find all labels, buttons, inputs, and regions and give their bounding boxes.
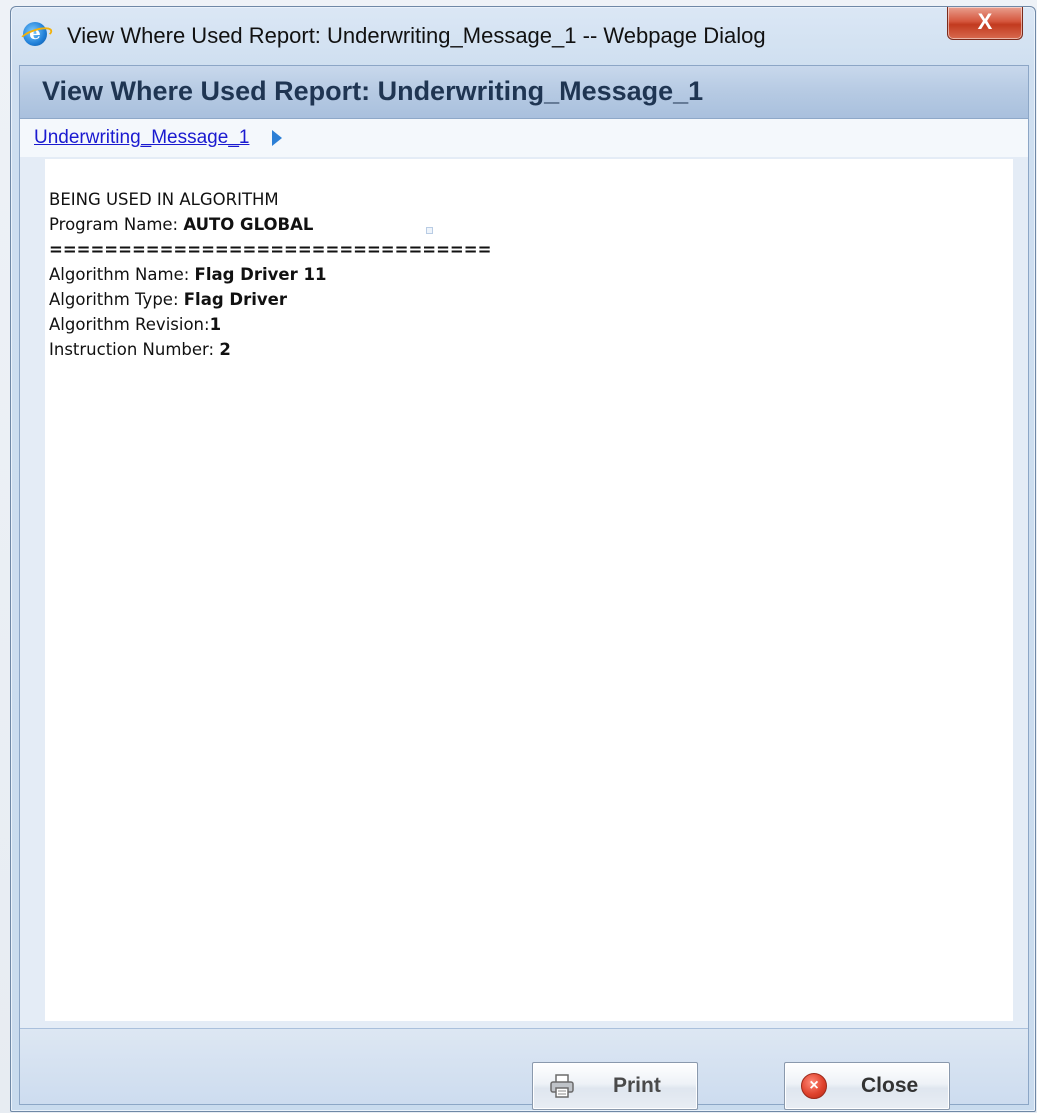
dialog-window: e View Where Used Report: Underwriting_M… <box>10 6 1036 1112</box>
dialog-footer: Print × Close <box>20 1028 1028 1110</box>
report-section-heading: BEING USED IN ALGORITHM <box>49 190 279 209</box>
window-title: View Where Used Report: Underwriting_Mes… <box>67 23 766 48</box>
instruction-number-label: Instruction Number: <box>49 340 220 359</box>
print-button[interactable]: Print <box>532 1062 698 1110</box>
report-text: BEING USED IN ALGORITHM Program Name: AU… <box>49 187 491 362</box>
program-name-line: Program Name: AUTO GLOBAL <box>49 212 491 237</box>
algorithm-type-line: Algorithm Type: Flag Driver <box>49 287 491 312</box>
close-circle-icon: × <box>801 1073 827 1099</box>
algorithm-name-label: Algorithm Name: <box>49 265 195 284</box>
algorithm-revision-value: 1 <box>209 315 222 334</box>
instruction-number-line: Instruction Number: 2 <box>49 337 491 362</box>
breadcrumb-link-underwriting-message[interactable]: Underwriting_Message_1 <box>34 127 249 149</box>
internet-explorer-icon: e <box>23 22 47 46</box>
close-button[interactable]: × Close <box>784 1062 950 1110</box>
algorithm-revision-label: Algorithm Revision: <box>49 315 210 334</box>
report-content: BEING USED IN ALGORITHM Program Name: AU… <box>45 159 1013 1021</box>
breadcrumb: Underwriting_Message_1 <box>20 119 1028 157</box>
page-title: View Where Used Report: Underwriting_Mes… <box>42 76 704 106</box>
program-name-label: Program Name: <box>49 215 184 234</box>
instruction-number-value: 2 <box>219 340 231 359</box>
algorithm-type-label: Algorithm Type: <box>49 290 184 309</box>
algorithm-revision-line: Algorithm Revision:1 <box>49 312 491 337</box>
close-button-label: Close <box>861 1074 919 1097</box>
algorithm-name-value: Flag Driver 11 <box>194 265 327 284</box>
triangle-right-icon <box>272 130 282 146</box>
printer-icon <box>550 1074 574 1098</box>
dialog-body: View Where Used Report: Underwriting_Mes… <box>19 65 1029 1110</box>
report-separator: ================================ <box>49 240 492 259</box>
dialog-header: View Where Used Report: Underwriting_Mes… <box>20 66 1028 119</box>
print-button-label: Print <box>613 1074 661 1097</box>
window-close-button[interactable]: X <box>947 7 1023 40</box>
window-titlebar[interactable]: e View Where Used Report: Underwriting_M… <box>11 7 1035 65</box>
close-circle-glyph: × <box>801 1073 827 1099</box>
program-name-value: AUTO GLOBAL <box>183 215 314 234</box>
algorithm-type-value: Flag Driver <box>183 290 287 309</box>
algorithm-name-line: Algorithm Name: Flag Driver 11 <box>49 262 491 287</box>
